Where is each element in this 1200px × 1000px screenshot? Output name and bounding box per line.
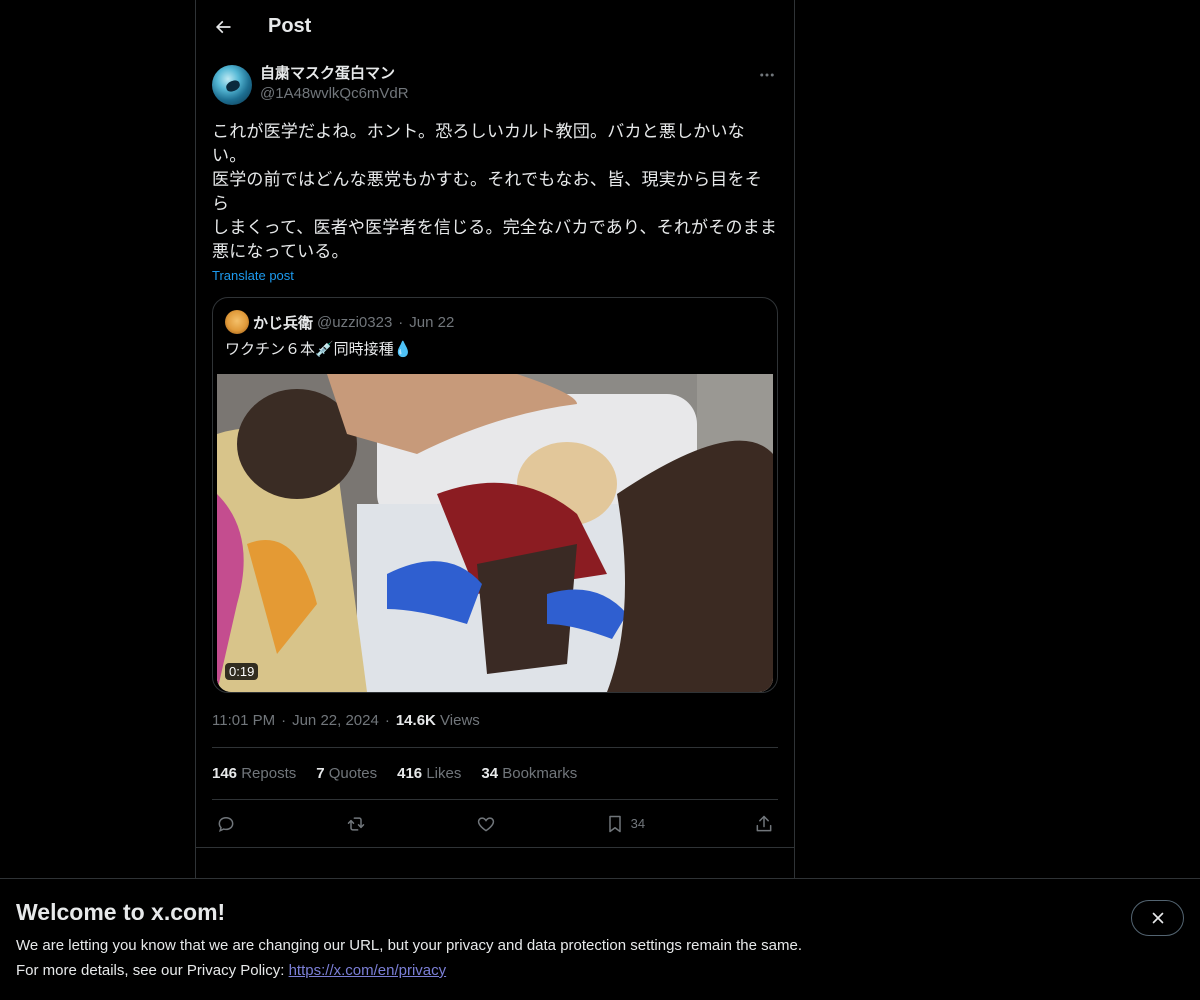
quote-header: かじ兵衛 @uzzi0323 · Jun 22 — [213, 298, 777, 334]
back-button[interactable] — [212, 16, 234, 38]
repost-button[interactable] — [345, 814, 367, 834]
welcome-banner: Welcome to x.com! We are letting you kno… — [0, 878, 1200, 1000]
reposts-stat[interactable]: 146 Reposts — [212, 765, 296, 782]
repost-icon — [347, 816, 365, 831]
bookmark-icon — [608, 815, 621, 832]
quoted-post[interactable]: かじ兵衛 @uzzi0323 · Jun 22 ワクチン６本💉同時接種💧 0:1… — [212, 297, 778, 693]
quotes-stat[interactable]: 7 Quotes — [316, 765, 377, 782]
quote-avatar — [225, 310, 249, 334]
reply-icon — [218, 816, 234, 832]
page-header: Post — [196, 0, 794, 53]
more-horizontal-icon — [760, 73, 774, 77]
arrow-left-icon — [215, 20, 231, 33]
translate-post-link[interactable]: Translate post — [212, 268, 294, 283]
quote-author-name: かじ兵衛 — [253, 314, 314, 332]
reply-button[interactable] — [216, 814, 236, 834]
post-column: Post 自粛マスク蛋白マン @1A48wvlkQc6mVdR これが医学だよね… — [195, 0, 795, 880]
banner-privacy-line: For more details, see our Privacy Policy… — [16, 962, 447, 979]
author-name[interactable]: 自粛マスク蛋白マン — [260, 64, 409, 84]
bookmarks-stat[interactable]: 34 Bookmarks — [481, 765, 577, 782]
banner-message: We are letting you know that we are chan… — [16, 937, 802, 954]
post-actions: 34 — [196, 800, 794, 848]
likes-stat[interactable]: 416 Likes — [397, 765, 461, 782]
views-count: 14.6K — [395, 712, 436, 729]
banner-title: Welcome to x.com! — [16, 899, 226, 925]
post-stats: 146 Reposts 7 Quotes 416 Likes 34 Bookma… — [212, 747, 778, 800]
post-time[interactable]: 11:01 PM — [212, 712, 275, 729]
more-button[interactable] — [756, 65, 778, 85]
heart-icon — [477, 816, 494, 832]
close-icon — [1152, 912, 1163, 924]
page-title: Post — [268, 15, 312, 37]
post-text: これが医学だよね。ホント。恐ろしいカルト教団。バカと悪しかいない。 医学の前では… — [212, 122, 778, 262]
quote-author-handle: @uzzi0323 — [317, 313, 393, 331]
post-author: 自粛マスク蛋白マン @1A48wvlkQc6mVdR — [212, 65, 778, 105]
banner-close-button[interactable] — [1131, 900, 1184, 936]
bookmark-count: 34 — [630, 816, 646, 831]
post-date[interactable]: Jun 22, 2024 — [292, 712, 379, 729]
share-button[interactable] — [754, 814, 774, 834]
author-handle[interactable]: @1A48wvlkQc6mVdR — [260, 84, 409, 104]
like-button[interactable] — [476, 814, 496, 834]
privacy-policy-link[interactable]: https://x.com/en/privacy — [289, 962, 447, 979]
video-duration: 0:19 — [225, 663, 259, 680]
views-label: Views — [440, 712, 480, 729]
video-frame — [217, 374, 773, 692]
post-meta: 11:01 PM · Jun 22, 2024 · 14.6K Views — [212, 712, 480, 729]
quote-date: Jun 22 — [409, 313, 455, 331]
main-post: 自粛マスク蛋白マン @1A48wvlkQc6mVdR これが医学だよね。ホント。… — [196, 53, 794, 848]
avatar[interactable] — [212, 65, 252, 105]
quote-text: ワクチン６本💉同時接種💧 — [225, 340, 413, 358]
video-thumbnail[interactable]: 0:19 — [217, 374, 773, 692]
separator-dot: · — [398, 313, 404, 331]
share-icon — [756, 815, 772, 831]
bookmark-button[interactable]: 34 — [605, 814, 645, 834]
